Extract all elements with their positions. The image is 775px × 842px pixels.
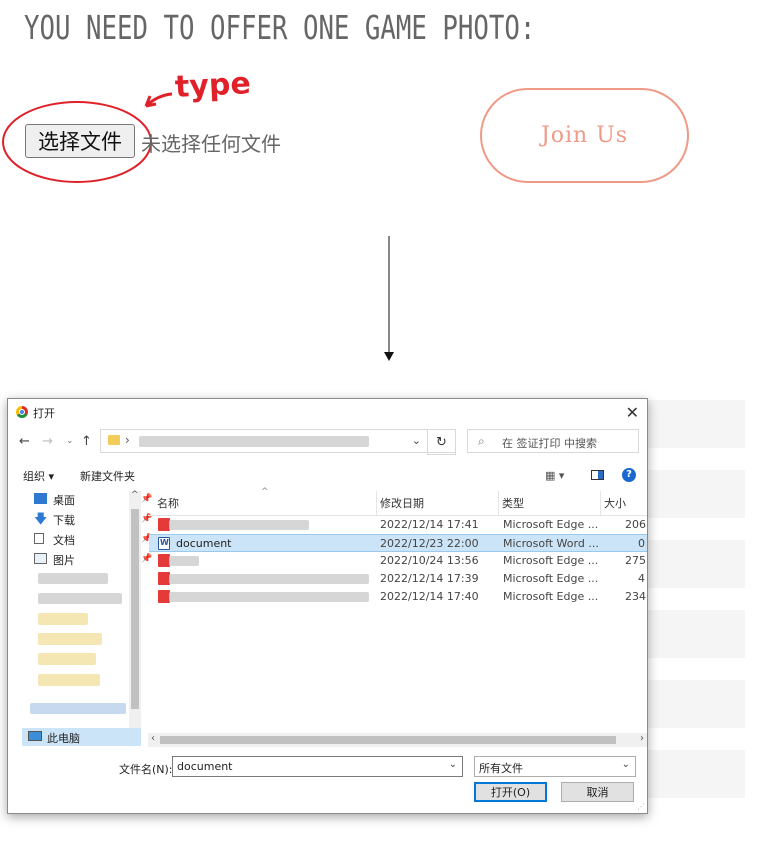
background-stripe (640, 680, 745, 728)
address-dropdown-icon[interactable]: ⌄ (412, 434, 421, 447)
breadcrumb-chevron-icon: › (125, 433, 130, 447)
up-arrow-icon[interactable]: ↑ (81, 434, 92, 449)
dialog-titlebar: 打开 ✕ (8, 399, 647, 425)
open-file-dialog: 打开 ✕ ← → ⌄ ↑ › ⌄ ↻ ⌕ 在 签证打印 中搜索 组织 ▾ 新建文… (7, 398, 648, 814)
horizontal-scrollbar[interactable]: ‹ › (148, 733, 647, 747)
column-type[interactable]: 类型 (502, 495, 524, 511)
background-stripe (640, 750, 745, 798)
chrome-icon (16, 406, 28, 418)
blurred-nav-item[interactable] (38, 653, 96, 665)
navigation-pane: 桌面 📌 🡇 下载 📌 文档 📌 图片 📌 ^ ⌄ (8, 490, 152, 747)
back-arrow-icon[interactable]: ← (19, 434, 30, 449)
horizontal-scroll-thumb[interactable] (160, 736, 616, 744)
annotation-label: type (174, 66, 252, 105)
column-name[interactable]: 名称 (157, 495, 179, 511)
folder-icon (108, 435, 120, 445)
filename-input[interactable]: document ⌄ (172, 756, 463, 777)
file-row[interactable]: 2022/12/14 17:39 Microsoft Edge ... 4 (149, 570, 647, 588)
blurred-nav-item[interactable] (38, 613, 88, 625)
scroll-right-icon[interactable]: › (640, 733, 644, 744)
blurred-onedrive-item[interactable] (30, 703, 126, 714)
cancel-button[interactable]: 取消 (561, 782, 634, 802)
blurred-file-name (169, 520, 309, 530)
blurred-nav-item[interactable] (38, 593, 122, 604)
blurred-nav-item[interactable] (38, 633, 102, 645)
filetype-dropdown-icon: ⌄ (621, 759, 630, 770)
blurred-nav-item[interactable] (38, 674, 100, 686)
dialog-title: 打开 (33, 407, 55, 420)
column-modified[interactable]: 修改日期 (380, 495, 424, 511)
flow-arrow-head (384, 352, 394, 361)
computer-icon (28, 731, 42, 741)
download-icon: 🡇 (34, 512, 48, 527)
scroll-up-icon[interactable]: ^ (131, 490, 139, 500)
refresh-icon[interactable]: ↻ (427, 429, 456, 455)
search-icon: ⌕ (478, 434, 485, 448)
preview-pane-icon[interactable] (591, 470, 604, 480)
filename-label: 文件名(N): (119, 763, 173, 776)
help-icon[interactable]: ? (622, 468, 636, 482)
file-row-selected[interactable]: document 2022/12/23 22:00 Microsoft Word… (149, 534, 647, 552)
blurred-file-name (169, 574, 369, 584)
file-row[interactable]: 2022/10/24 13:56 Microsoft Edge ... 275 (149, 552, 647, 570)
file-list-header: 名称 ^ 修改日期 类型 大小 (148, 487, 647, 516)
new-folder-button[interactable]: 新建文件夹 (80, 468, 135, 484)
filetype-select[interactable]: 所有文件 ⌄ (474, 756, 636, 777)
picture-icon (34, 553, 47, 564)
close-icon[interactable]: ✕ (626, 403, 639, 422)
background-stripe (640, 470, 745, 518)
blurred-path (139, 436, 369, 447)
navigation-row: ← → ⌄ ↑ › ⌄ ↻ ⌕ 在 签证打印 中搜索 (8, 427, 647, 457)
scroll-left-icon[interactable]: ‹ (151, 733, 155, 744)
blurred-nav-item[interactable] (38, 573, 108, 584)
search-box[interactable]: ⌕ 在 签证打印 中搜索 (467, 429, 639, 453)
address-bar[interactable]: › ⌄ ↻ (100, 429, 456, 455)
forward-arrow-icon[interactable]: → (42, 434, 53, 449)
file-name: document (176, 537, 232, 550)
choose-file-button[interactable]: 选择文件 (25, 124, 135, 158)
background-stripe (640, 400, 745, 448)
desktop-icon (34, 493, 47, 504)
blurred-file-name (169, 556, 199, 566)
nav-scrollbar[interactable]: ^ ⌄ (129, 490, 141, 741)
file-row[interactable]: 2022/12/14 17:41 Microsoft Edge ... 206 (149, 516, 647, 534)
nav-item-this-pc[interactable]: 此电脑 (22, 728, 141, 746)
open-button[interactable]: 打开(O) (474, 782, 547, 802)
blurred-file-name (169, 592, 369, 602)
dialog-toolbar: 组织 ▾ 新建文件夹 ▦ ▾ ? (8, 463, 647, 489)
resize-grip-icon[interactable]: ⋰ (637, 802, 645, 811)
search-placeholder: 在 签证打印 中搜索 (502, 437, 597, 450)
view-options-icon[interactable]: ▦ ▾ (545, 469, 564, 482)
sort-ascending-icon: ^ (261, 487, 269, 497)
background-stripe (640, 540, 745, 588)
join-us-button[interactable]: Join Us (480, 88, 689, 183)
organize-menu[interactable]: 组织 ▾ (23, 468, 54, 484)
word-icon (158, 537, 170, 550)
file-status-text: 未选择任何文件 (141, 132, 281, 156)
nav-scroll-thumb[interactable] (131, 509, 139, 709)
file-row[interactable]: 2022/12/14 17:40 Microsoft Edge ... 234 (149, 588, 647, 606)
column-size[interactable]: 大小 (604, 495, 626, 511)
background-stripe (640, 610, 745, 658)
document-icon (34, 533, 44, 544)
filename-dropdown-icon[interactable]: ⌄ (449, 759, 457, 770)
recent-chevron-icon[interactable]: ⌄ (66, 436, 74, 446)
